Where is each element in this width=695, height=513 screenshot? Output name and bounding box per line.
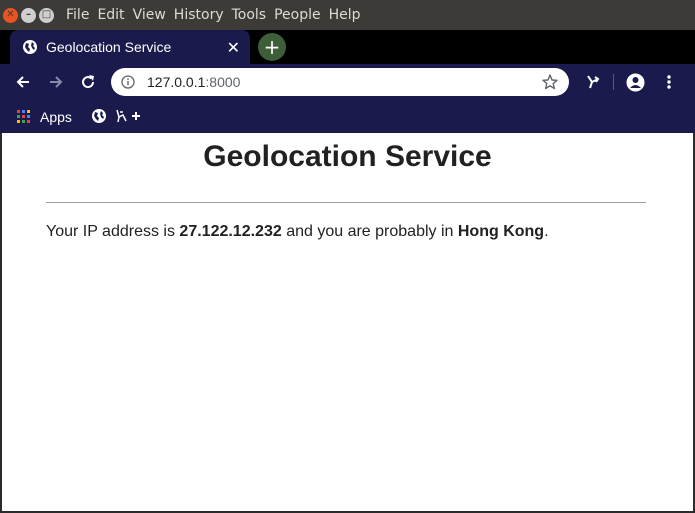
back-arrow-icon[interactable]: [14, 73, 32, 91]
text-prefix: Your IP address is: [46, 223, 180, 240]
ip-address: 27.122.12.232: [179, 223, 282, 240]
menu-edit[interactable]: Edit: [97, 7, 124, 23]
window-menubar: ✕ – □ File Edit View History Tools Peopl…: [0, 0, 695, 30]
address-bar[interactable]: 127.0.0.1:8000: [111, 68, 569, 96]
new-tab-button[interactable]: +: [258, 33, 286, 61]
tab-title: Geolocation Service: [46, 39, 172, 55]
toolbar-divider: [613, 74, 614, 90]
page-content: Geolocation Service Your IP address is 2…: [2, 133, 693, 511]
location-name: Hong Kong: [457, 223, 545, 240]
window-maximize-button[interactable]: □: [39, 7, 54, 23]
kebab-menu-icon[interactable]: [662, 73, 676, 91]
text-suffix: .: [544, 223, 549, 240]
reload-icon[interactable]: [79, 73, 97, 91]
window-controls: ✕ – □: [3, 7, 54, 23]
tab-strip: Geolocation Service ✕ +: [0, 30, 695, 64]
bookmark-globe-icon[interactable]: [91, 108, 107, 124]
bookmark-apps[interactable]: Apps: [17, 109, 72, 125]
menu-file[interactable]: File: [66, 7, 89, 23]
extension-icon[interactable]: [584, 73, 602, 91]
menu-help[interactable]: Help: [329, 7, 361, 23]
forward-arrow-icon[interactable]: [47, 73, 65, 91]
tab-close-icon[interactable]: ✕: [227, 38, 240, 57]
window-border-left: [0, 133, 2, 513]
url-port: :8000: [205, 74, 241, 90]
text-middle: and you are probably in: [281, 223, 458, 240]
tab-geolocation[interactable]: Geolocation Service ✕: [10, 30, 250, 64]
apps-grid-icon: [17, 109, 31, 124]
menu-history[interactable]: History: [174, 7, 224, 23]
window-close-button[interactable]: ✕: [3, 7, 18, 23]
window-minimize-button[interactable]: –: [21, 7, 36, 23]
site-info-icon[interactable]: [121, 75, 135, 89]
bookmarks-bar: Apps: [0, 100, 695, 133]
bookmark-add-icon[interactable]: [114, 107, 142, 125]
apps-label: Apps: [40, 108, 72, 125]
url-host: 127.0.0.1: [147, 74, 206, 90]
page-title: Geolocation Service: [203, 140, 492, 173]
menu-view[interactable]: View: [133, 7, 166, 23]
menu-people[interactable]: People: [274, 7, 321, 23]
menu-tools[interactable]: Tools: [232, 7, 267, 23]
horizontal-rule: [46, 202, 646, 203]
bookmark-star-icon[interactable]: [541, 73, 559, 91]
app-menu: File Edit View History Tools People Help: [66, 7, 369, 23]
globe-icon: [23, 40, 37, 54]
browser-toolbar: 127.0.0.1:8000: [0, 64, 695, 100]
ip-location-text: Your IP address is 27.122.12.232 and you…: [46, 223, 549, 241]
profile-avatar-icon[interactable]: [626, 73, 645, 92]
url-text[interactable]: 127.0.0.1:8000: [147, 74, 240, 90]
